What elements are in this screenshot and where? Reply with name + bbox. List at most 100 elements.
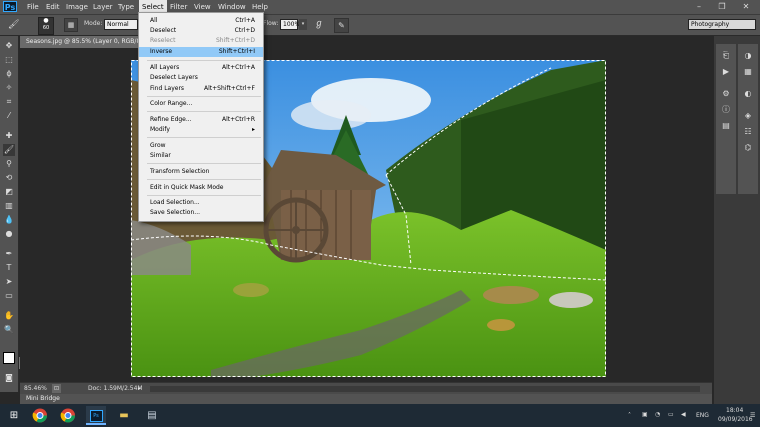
paths-panel-icon[interactable]: ⌬ [742,142,754,154]
tools-panel: ✥ ⬚ ϕ ✧ ⌗ ⁄ ✚ 🖌 ⚲ ⟲ ◩ ▥ 💧 ● ✒ T ➤ ▭ ✋ 🔍 … [0,36,20,392]
clone-stamp-tool-icon[interactable]: ⚲ [3,158,15,170]
right-panel-dock: ⎗ ▶ ⚙ ⓘ ▤ ◑ ▦ ◐ ◈ ☷ ⌬ [714,36,760,404]
hand-tool-icon[interactable]: ✋ [3,310,15,322]
action-center-icon[interactable]: ☰ [750,412,755,419]
history-brush-tool-icon[interactable]: ⟲ [3,172,15,184]
wifi-icon[interactable]: ◔ [655,411,660,418]
clock-date[interactable]: 09/09/2016 [718,416,753,423]
maximize-button[interactable]: ❐ [711,0,733,14]
quick-mask-icon[interactable]: ◙ [3,372,15,384]
flow-chevron-icon[interactable]: ▾ [299,19,307,30]
mode-select[interactable]: Normal [104,19,138,30]
menu-item-find-layers[interactable]: Find Layers Alt+Shift+Ctrl+F [139,84,263,94]
mossy-rock [487,319,515,331]
lasso-tool-icon[interactable]: ϕ [3,68,15,80]
info-panel-icon[interactable]: ⓘ [720,104,732,116]
eraser-tool-icon[interactable]: ◩ [3,186,15,198]
document-app-icon[interactable]: ▤ [142,406,162,425]
flow-input[interactable]: 100% [280,19,300,30]
volume-icon[interactable]: ◀ [681,411,686,418]
menu-item-refine-edge[interactable]: Refine Edge... Alt+Ctrl+R [139,115,263,125]
battery-icon[interactable]: ▭ [668,411,674,418]
windows-start-icon[interactable]: ⊞ [4,406,24,425]
minimize-button[interactable]: – [688,0,710,14]
menu-item-grow[interactable]: Grow [139,141,263,151]
menu-image[interactable]: Image [63,0,91,14]
menu-item-save-selection[interactable]: Save Selection... [139,208,263,218]
brush-preset-picker[interactable]: ● 60 [38,17,54,35]
blur-tool-icon[interactable]: 💧 [3,214,15,226]
pressure-icon[interactable]: ✎ [334,18,349,33]
swatches-panel-icon[interactable]: ▦ [742,66,754,78]
menu-type[interactable]: Type [115,0,137,14]
pen-tool-icon[interactable]: ✒ [3,248,15,260]
menu-item-inverse[interactable]: Inverse Shift+Ctrl+I [139,47,263,57]
menu-separator [147,163,261,164]
crop-tool-icon[interactable]: ⌗ [3,96,15,108]
brush-tool-preset-icon[interactable]: 🖌 [8,19,22,31]
airbrush-icon[interactable]: ℊ [312,18,326,31]
menu-file[interactable]: File [24,0,42,14]
menu-item-similar[interactable]: Similar [139,151,263,161]
menu-item-color-range[interactable]: Color Range... [139,99,263,109]
menu-item-transform-selection[interactable]: Transform Selection [139,167,263,177]
document-tab[interactable]: Seasons.jpg @ 85.5% (Layer 0, RGB/8#) [20,36,138,48]
channels-panel-icon[interactable]: ☷ [742,126,754,138]
layers-panel-icon[interactable]: ◈ [742,110,754,122]
mini-bridge-panel[interactable]: Mini Bridge [20,394,712,404]
eyedropper-tool-icon[interactable]: ⁄ [3,110,15,122]
cloud [291,100,371,130]
zoom-tool-icon[interactable]: 🔍 [3,324,15,336]
mini-bridge-tab[interactable]: Mini Bridge [26,395,60,402]
menu-layer[interactable]: Layer [90,0,116,14]
menu-item-load-selection[interactable]: Load Selection... [139,198,263,208]
status-info-icon[interactable]: ⊡ [52,384,61,393]
menu-item-modify[interactable]: Modify ▸ [139,125,263,135]
file-explorer-icon[interactable]: ▬ [114,406,134,425]
navigator-panel-icon[interactable]: ◐ [742,88,754,100]
menu-edit[interactable]: Edit [43,0,63,14]
language-indicator[interactable]: ENG [696,412,709,419]
properties-panel-icon[interactable]: ▤ [720,120,732,132]
zoom-level[interactable]: 85.46% [24,385,47,392]
status-menu-icon[interactable]: ▸ [138,385,141,392]
type-tool-icon[interactable]: T [3,262,15,274]
menu-item-all-layers[interactable]: All Layers Alt+Ctrl+A [139,63,263,73]
select-menu-dropdown: All Ctrl+A Deselect Ctrl+D Reselect Shift+C… [138,12,264,222]
workspace-select[interactable]: Photography [688,19,756,30]
tray-chevron-icon[interactable]: ˄ [628,412,631,419]
close-button[interactable]: ✕ [735,0,757,14]
color-panel-icon[interactable]: ◑ [742,50,754,62]
menu-separator [147,137,261,138]
menu-separator [147,96,261,97]
brush-size-value: 60 [42,25,50,31]
history-panel-icon[interactable]: ⎗ [720,50,732,62]
dodge-tool-icon[interactable]: ● [3,228,15,240]
brush-panel-icon[interactable]: ▦ [64,18,78,32]
quick-selection-tool-icon[interactable]: ✧ [3,82,15,94]
brush-tool-icon[interactable]: 🖌 [3,144,15,156]
marquee-tool-icon[interactable]: ⬚ [3,54,15,66]
photoshop-taskbar-icon[interactable]: Ps [86,406,106,425]
adjustments-panel-icon[interactable]: ⚙ [720,88,732,100]
panel-column-1: ⎗ ▶ ⚙ ⓘ ▤ [716,44,736,194]
chrome-icon[interactable] [30,406,50,425]
menu-item-all[interactable]: All Ctrl+A [139,16,263,26]
move-tool-icon[interactable]: ✥ [3,40,15,52]
notification-tray-icon[interactable]: ▣ [642,411,648,418]
gradient-tool-icon[interactable]: ▥ [3,200,15,212]
horizontal-scrollbar[interactable] [150,386,700,392]
path-selection-tool-icon[interactable]: ➤ [3,276,15,288]
menu-item-reselect[interactable]: Reselect Shift+Ctrl+D [139,36,263,46]
foreground-color-swatch[interactable] [3,352,15,364]
actions-panel-icon[interactable]: ▶ [720,66,732,78]
clock-time[interactable]: 18:04 [726,407,743,414]
rectangle-tool-icon[interactable]: ▭ [3,290,15,302]
menu-item-deselect[interactable]: Deselect Ctrl+D [139,26,263,36]
menu-item-quick-mask[interactable]: Edit in Quick Mask Mode [139,183,263,193]
panel-column-2: ◑ ▦ ◐ ◈ ☷ ⌬ [738,44,758,194]
healing-brush-tool-icon[interactable]: ✚ [3,130,15,142]
chrome-icon[interactable] [58,406,78,425]
options-bar: 🖌 ● 60 ▦ Mode: Normal Flow: 100% ▾ ℊ ✎ P… [0,14,760,36]
menu-item-deselect-layers[interactable]: Deselect Layers [139,73,263,83]
